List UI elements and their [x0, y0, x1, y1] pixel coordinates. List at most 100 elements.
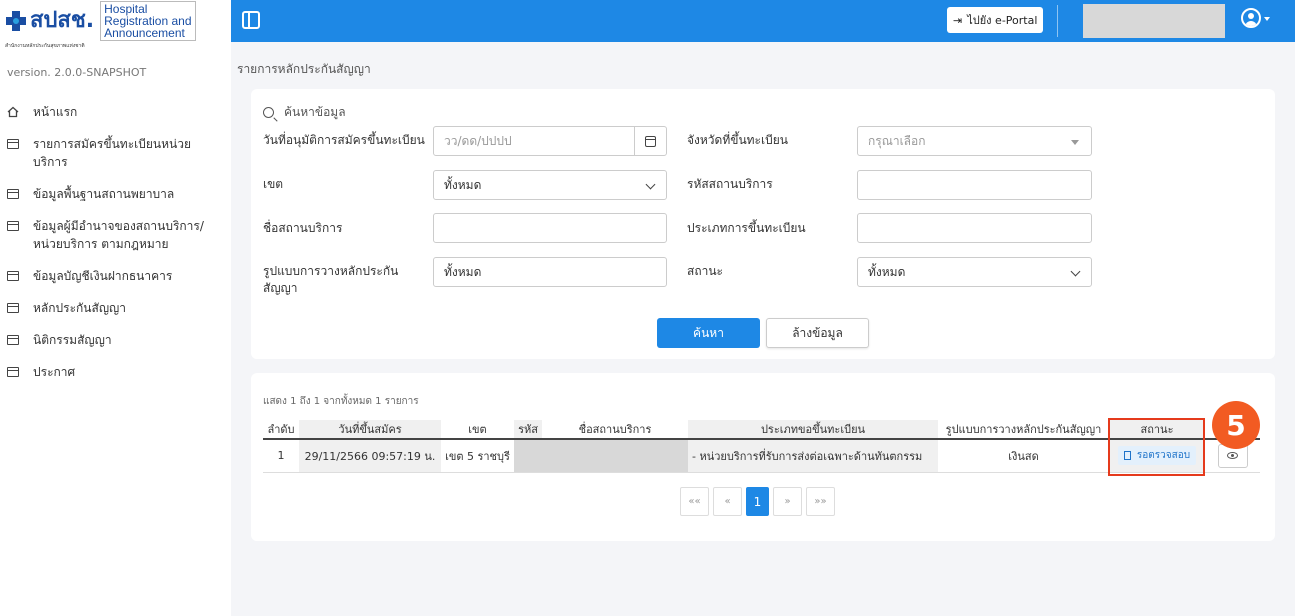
eportal-label: ไปยัง e-Portal — [967, 14, 1038, 27]
search-button[interactable]: ค้นหา — [657, 318, 760, 348]
column-header-name[interactable]: ชื่อสถานบริการ — [542, 420, 688, 440]
chevron-down-icon — [1070, 266, 1081, 277]
status-label: สถานะ — [687, 264, 723, 278]
cell-date: 29/11/2566 09:57:19 น. — [299, 439, 441, 473]
bookmark-icon — [1123, 451, 1131, 461]
service-name-input[interactable] — [433, 213, 667, 243]
search-title-label: ค้นหาข้อมูล — [284, 105, 346, 119]
app-name: Hospital Registration and Announcement — [100, 1, 196, 41]
sidebar-item-label: หน้าแรก — [33, 105, 78, 119]
zone-value: ทั้งหมด — [444, 177, 482, 192]
chevron-down-icon[interactable] — [1264, 17, 1270, 21]
approve-date-input[interactable]: วว/ดด/ปปปป — [433, 126, 667, 156]
province-select[interactable]: กรุณาเลือก — [857, 126, 1092, 156]
cell-status: รอตรวจสอบ — [1109, 439, 1205, 473]
header-divider — [1057, 5, 1058, 37]
cell-no: 1 — [263, 439, 299, 473]
reg-type-input[interactable] — [857, 213, 1092, 243]
list-icon — [7, 367, 19, 377]
service-name-label: ชื่อสถานบริการ — [263, 221, 343, 235]
logo-mark: สปสช. — [5, 10, 94, 32]
search-title: ค้นหาข้อมูล — [263, 103, 346, 122]
step-number-badge: 5 — [1212, 401, 1260, 449]
sidebar-item-registration-list[interactable]: รายการสมัครขึ้นทะเบียนหน่วยบริการ — [0, 132, 231, 174]
calendar-icon — [645, 135, 656, 147]
approve-date-label: วันที่อนุมัติการสมัครขึ้นทะเบียน — [263, 133, 425, 147]
pager-last-button[interactable]: »» — [806, 487, 835, 516]
top-header: ⇥ ไปยัง e-Portal — [231, 0, 1295, 42]
list-icon — [7, 221, 19, 231]
home-icon — [7, 106, 19, 118]
results-table: ลำดับ วันที่ขึ้นสมัคร เขต รหัส ชื่อสถานบ… — [263, 420, 1260, 473]
breadcrumb: รายการหลักประกันสัญญา — [237, 62, 371, 76]
reg-type-label: ประเภทการขึ้นทะเบียน — [687, 221, 806, 235]
version-label: version. 2.0.0-SNAPSHOT — [7, 66, 147, 79]
status-badge-label: รอตรวจสอบ — [1136, 450, 1191, 462]
pager-next-button[interactable]: » — [773, 487, 802, 516]
sidebar-menu: หน้าแรก รายการสมัครขึ้นทะเบียนหน่วยบริกา… — [0, 100, 231, 392]
collateral-type-value: ทั้งหมด — [444, 264, 482, 279]
clear-button[interactable]: ล้างข้อมูล — [766, 318, 869, 348]
pager-first-button[interactable]: «« — [680, 487, 709, 516]
approve-date-placeholder: วว/ดด/ปปปป — [444, 133, 512, 148]
cell-code-redacted — [514, 439, 542, 473]
nhso-cross-icon — [5, 10, 27, 32]
column-header-status[interactable]: สถานะ — [1109, 420, 1205, 440]
list-icon — [7, 335, 19, 345]
cell-collateral: เงินสด — [938, 439, 1109, 473]
column-header-no[interactable]: ลำดับ — [263, 420, 299, 440]
search-panel: ค้นหาข้อมูล วันที่อนุมัติการสมัครขึ้นทะเ… — [251, 89, 1275, 359]
eportal-button[interactable]: ⇥ ไปยัง e-Portal — [947, 7, 1043, 33]
collateral-type-select[interactable]: ทั้งหมด — [433, 257, 667, 287]
province-label: จังหวัดที่ขึ้นทะเบียน — [687, 133, 788, 147]
status-select[interactable]: ทั้งหมด — [857, 257, 1092, 287]
zone-label: เขต — [263, 177, 284, 191]
sidebar-item-legal-contract[interactable]: นิติกรรมสัญญา — [0, 328, 231, 352]
cell-zone: เขต 5 ราชบุรี — [441, 439, 514, 473]
calendar-button[interactable] — [634, 127, 666, 155]
column-header-code[interactable]: รหัส — [514, 420, 542, 440]
cell-reg-type: - หน่วยบริการที่รับการส่งต่อเฉพาะด้านทัน… — [688, 439, 938, 473]
sidebar-item-announcement[interactable]: ประกาศ — [0, 360, 231, 384]
service-code-input[interactable] — [857, 170, 1092, 200]
sidebar-item-hospital-info[interactable]: ข้อมูลพื้นฐานสถานพยาบาล — [0, 182, 231, 206]
sidebar-item-label: รายการสมัครขึ้นทะเบียนหน่วยบริการ — [33, 137, 191, 169]
cell-name-redacted — [542, 439, 688, 473]
user-avatar-icon[interactable] — [1241, 8, 1261, 28]
status-value: ทั้งหมด — [868, 264, 906, 279]
sidebar-item-label: ข้อมูลผู้มีอำนาจของสถานบริการ/หน่วยบริกา… — [33, 219, 204, 251]
sidebar-item-bank-account[interactable]: ข้อมูลบัญชีเงินฝากธนาคาร — [0, 264, 231, 288]
pagination: «« « 1 » »» — [680, 487, 839, 516]
pager-prev-button[interactable]: « — [713, 487, 742, 516]
sidebar-item-contract-collateral[interactable]: หลักประกันสัญญา — [0, 296, 231, 320]
logo-subtext: สำนักงานหลักประกันสุขภาพแห่งชาติ — [5, 43, 85, 49]
list-icon — [7, 271, 19, 281]
logout-arrow-icon: ⇥ — [953, 13, 963, 27]
list-icon — [7, 139, 19, 149]
app-name-line3: Announcement — [104, 26, 185, 40]
column-header-collateral[interactable]: รูปแบบการวางหลักประกันสัญญา — [938, 420, 1109, 440]
dropdown-caret-icon — [1071, 140, 1079, 145]
search-icon — [263, 107, 274, 118]
pager-page-button[interactable]: 1 — [746, 487, 769, 516]
results-panel: แสดง 1 ถึง 1 จากทั้งหมด 1 รายการ ลำดับ ว… — [251, 373, 1275, 541]
table-row: 1 29/11/2566 09:57:19 น. เขต 5 ราชบุรี -… — [263, 439, 1260, 473]
eye-icon — [1227, 452, 1238, 460]
logo[interactable]: สปสช. Hospital Registration and Announce… — [0, 0, 231, 42]
province-placeholder: กรุณาเลือก — [868, 133, 926, 148]
sidebar-item-label: นิติกรรมสัญญา — [33, 333, 112, 347]
collateral-type-label: รูปแบบการวางหลักประกันสัญญา — [263, 264, 399, 295]
sidebar-toggle-icon[interactable] — [242, 11, 260, 29]
sidebar-item-home[interactable]: หน้าแรก — [0, 100, 231, 124]
column-header-reg-type[interactable]: ประเภทขอขึ้นทะเบียน — [688, 420, 938, 440]
sidebar-item-label: ข้อมูลบัญชีเงินฝากธนาคาร — [33, 269, 173, 283]
user-name-redacted — [1083, 4, 1225, 38]
status-badge: รอตรวจสอบ — [1117, 446, 1197, 466]
service-code-label: รหัสสถานบริการ — [687, 177, 773, 191]
column-header-zone[interactable]: เขต — [441, 420, 514, 440]
zone-select[interactable]: ทั้งหมด — [433, 170, 667, 200]
column-header-date[interactable]: วันที่ขึ้นสมัคร — [299, 420, 441, 440]
sidebar-item-authorized-persons[interactable]: ข้อมูลผู้มีอำนาจของสถานบริการ/หน่วยบริกา… — [0, 214, 231, 256]
sidebar-item-label: ประกาศ — [33, 365, 76, 379]
list-icon — [7, 303, 19, 313]
